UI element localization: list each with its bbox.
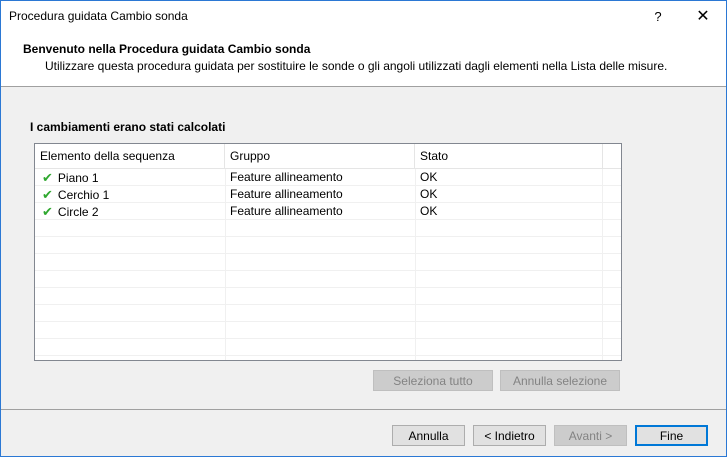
row-element-cell: ✔ Cerchio 1 <box>37 186 109 203</box>
row-status: OK <box>420 204 438 218</box>
row-status: OK <box>420 170 438 184</box>
column-header-group[interactable]: Gruppo <box>225 144 415 169</box>
check-icon: ✔ <box>42 187 53 202</box>
row-element: Cerchio 1 <box>57 188 110 202</box>
help-button[interactable]: ? <box>635 1 681 31</box>
next-button[interactable]: Avanti > <box>554 425 627 446</box>
check-icon: ✔ <box>42 170 53 185</box>
table-body: ✔ Piano 1 Feature allineamento OK ✔ Cerchi… <box>35 169 621 356</box>
window-title: Procedura guidata Cambio sonda <box>9 9 188 23</box>
row-element-cell: ✔ Piano 1 <box>37 169 99 186</box>
empty-row <box>35 288 621 305</box>
row-group: Feature allineamento <box>230 187 343 201</box>
footer-separator <box>1 409 726 410</box>
close-button[interactable]: ✕ <box>680 1 726 31</box>
row-group: Feature allineamento <box>230 204 343 218</box>
cancel-button[interactable]: Annulla <box>392 425 465 446</box>
table-row[interactable]: ✔ Piano 1 Feature allineamento OK <box>35 169 621 186</box>
empty-row <box>35 254 621 271</box>
select-all-button[interactable]: Seleziona tutto <box>373 370 493 391</box>
table-header: Elemento della sequenza Gruppo Stato <box>35 144 621 169</box>
empty-row <box>35 271 621 288</box>
row-status: OK <box>420 187 438 201</box>
changes-table[interactable]: Elemento della sequenza Gruppo Stato ✔ Pi… <box>34 143 622 361</box>
header-title: Benvenuto nella Procedura guidata Cambio… <box>23 42 311 56</box>
wizard-window: Procedura guidata Cambio sonda ? ✕ Benve… <box>0 0 727 457</box>
row-group: Feature allineamento <box>230 170 343 184</box>
row-element: Piano 1 <box>57 171 99 185</box>
title-bar: Procedura guidata Cambio sonda ? ✕ <box>1 1 726 31</box>
empty-row <box>35 220 621 237</box>
section-label: I cambiamenti erano stati calcolati <box>30 120 226 134</box>
row-element: Circle 2 <box>57 205 99 219</box>
wizard-header: Benvenuto nella Procedura guidata Cambio… <box>1 31 726 87</box>
table-row[interactable]: ✔ Cerchio 1 Feature allineamento OK <box>35 186 621 203</box>
header-subtitle: Utilizzare questa procedura guidata per … <box>45 59 668 73</box>
empty-row <box>35 339 621 356</box>
empty-row <box>35 305 621 322</box>
back-button[interactable]: < Indietro <box>473 425 546 446</box>
column-header-element[interactable]: Elemento della sequenza <box>35 144 225 169</box>
check-icon: ✔ <box>42 204 53 219</box>
row-element-cell: ✔ Circle 2 <box>37 203 99 220</box>
empty-row <box>35 237 621 254</box>
empty-row <box>35 322 621 339</box>
table-row[interactable]: ✔ Circle 2 Feature allineamento OK <box>35 203 621 220</box>
finish-button[interactable]: Fine <box>635 425 708 446</box>
deselect-button[interactable]: Annulla selezione <box>500 370 620 391</box>
column-header-status[interactable]: Stato <box>415 144 603 169</box>
